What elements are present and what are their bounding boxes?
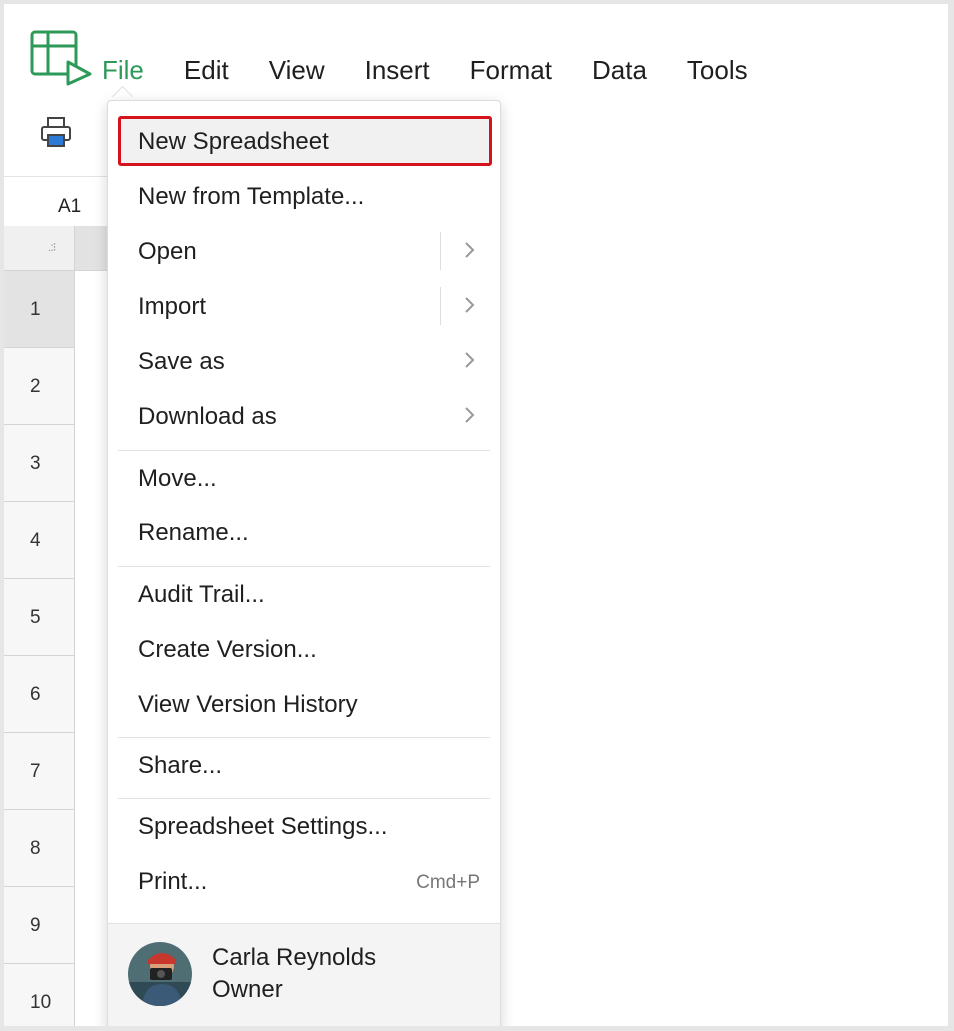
menu-item-label: Download as — [138, 403, 277, 430]
menu-divider — [118, 450, 490, 451]
row-number: 1 — [30, 299, 41, 320]
menu-item-open[interactable]: Open — [108, 226, 500, 276]
submenu-separator — [440, 287, 441, 325]
menu-item-import[interactable]: Import — [108, 281, 500, 331]
row-number: 9 — [30, 915, 41, 936]
row-number: 3 — [30, 453, 41, 474]
menu-item-save-as[interactable]: Save as — [108, 336, 500, 386]
menu-item-audit-trail[interactable]: Audit Trail... — [108, 569, 500, 619]
row-number: 7 — [30, 761, 41, 782]
row-number: 6 — [30, 684, 41, 705]
menu-item-label: Print... — [138, 868, 208, 895]
row-header[interactable]: 5 — [4, 579, 75, 656]
menu-item-new-spreadsheet[interactable]: New Spreadsheet — [108, 116, 500, 166]
toolbar-divider — [4, 176, 114, 177]
row-header[interactable]: 9 — [4, 887, 75, 964]
row-number: 2 — [30, 376, 41, 397]
menu-item-create-version[interactable]: Create Version... — [108, 624, 500, 674]
menu-item-label: Move... — [138, 465, 217, 492]
chevron-right-icon — [462, 347, 478, 373]
row-header[interactable]: 8 — [4, 810, 75, 887]
menu-item-label: New Spreadsheet — [138, 128, 329, 155]
user-name: Carla Reynolds — [212, 944, 377, 971]
row-header[interactable]: 2 — [4, 348, 75, 425]
menu-divider — [118, 798, 490, 799]
menu-data[interactable]: Data — [592, 55, 647, 86]
row-header[interactable]: 1 — [4, 271, 75, 348]
chevron-right-icon — [462, 402, 478, 428]
menu-item-view-version-history[interactable]: View Version History — [108, 679, 500, 729]
menu-item-label: Share... — [138, 752, 223, 779]
menu-divider — [118, 566, 490, 567]
menu-format[interactable]: Format — [470, 55, 552, 86]
menu-insert[interactable]: Insert — [365, 55, 430, 86]
row-header[interactable]: 6 — [4, 656, 75, 733]
row-number: 10 — [30, 992, 52, 1013]
row-header[interactable]: 7 — [4, 733, 75, 810]
menu-divider — [118, 737, 490, 738]
menu-item-label: Open — [138, 238, 197, 265]
menu-item-new-from-template[interactable]: New from Template... — [108, 171, 500, 221]
menu-item-move[interactable]: Move... — [108, 453, 500, 503]
menu-bar: File Edit View Insert Format Data Tools — [102, 50, 788, 90]
row-header[interactable]: 3 — [4, 425, 75, 502]
name-box[interactable]: A1 — [4, 190, 104, 224]
shortcut-label: Cmd+P — [416, 872, 480, 893]
cell-reference: A1 — [58, 196, 82, 217]
row-number: 8 — [30, 838, 41, 859]
avatar[interactable] — [128, 942, 192, 1006]
menu-tools[interactable]: Tools — [687, 55, 748, 86]
menu-item-label: Create Version... — [138, 636, 317, 663]
file-menu-dropdown: New Spreadsheet New from Template... Ope… — [107, 100, 501, 1026]
menu-item-label: Save as — [138, 348, 225, 375]
printer-icon[interactable] — [38, 114, 74, 150]
row-header[interactable]: 4 — [4, 502, 75, 579]
menu-item-label: View Version History — [138, 691, 358, 718]
submenu-separator — [440, 232, 441, 270]
menu-item-print[interactable]: Print... Cmd+P — [108, 856, 500, 906]
menu-view[interactable]: View — [269, 55, 325, 86]
row-header[interactable]: 10 — [4, 964, 75, 1026]
menu-item-rename[interactable]: Rename... — [108, 507, 500, 557]
menu-item-label: Rename... — [138, 519, 249, 546]
menu-item-download-as[interactable]: Download as — [108, 391, 500, 441]
menu-item-label: Spreadsheet Settings... — [138, 813, 388, 840]
row-number: 5 — [30, 607, 41, 628]
menu-item-label: New from Template... — [138, 183, 365, 210]
user-info-panel: Carla Reynolds Owner — [108, 923, 500, 1026]
select-all-icon: .:⁝ — [48, 240, 57, 254]
menu-item-spreadsheet-settings[interactable]: Spreadsheet Settings... — [108, 801, 500, 851]
menu-edit[interactable]: Edit — [184, 55, 229, 86]
menu-item-share[interactable]: Share... — [108, 740, 500, 790]
chevron-right-icon[interactable] — [462, 237, 478, 263]
chevron-right-icon[interactable] — [462, 292, 478, 318]
menu-file[interactable]: File — [102, 55, 144, 86]
menu-item-label: Import — [138, 293, 207, 320]
select-all-corner[interactable]: .:⁝ — [4, 226, 75, 271]
app-window: File Edit View Insert Format Data Tools … — [4, 4, 948, 1026]
sheet-logo-icon[interactable] — [28, 28, 94, 86]
user-role: Owner — [212, 976, 283, 1003]
row-number: 4 — [30, 530, 41, 551]
menu-item-label: Audit Trail... — [138, 581, 265, 608]
